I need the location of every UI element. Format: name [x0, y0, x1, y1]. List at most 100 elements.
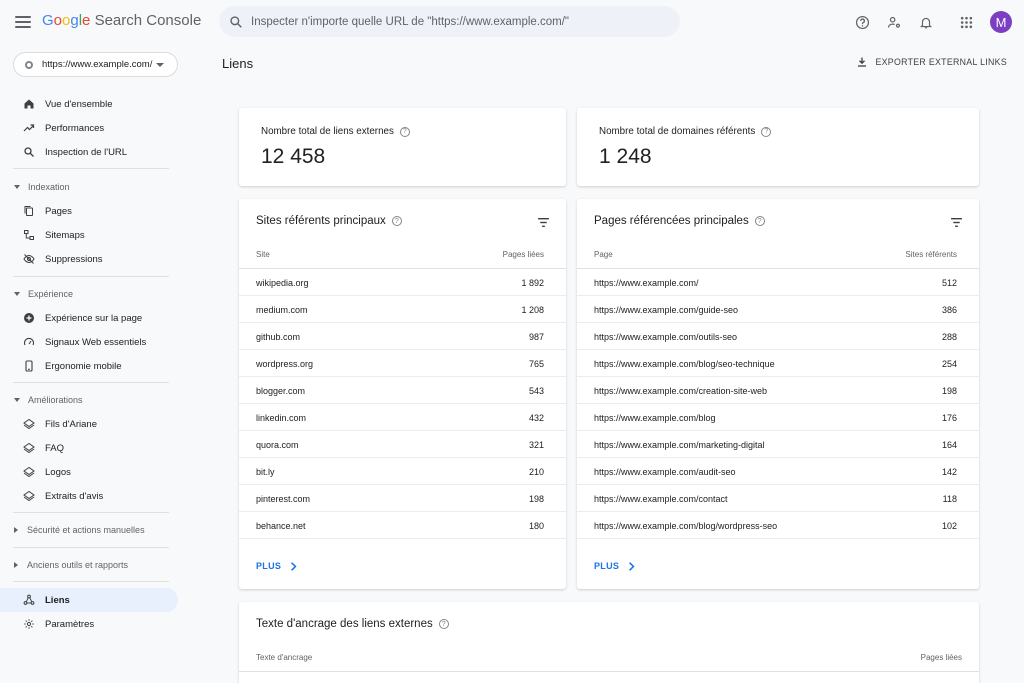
property-selector[interactable]: https://www.example.com/ [13, 52, 178, 77]
table-row[interactable]: https://www.example.com/marketing-digita… [577, 431, 979, 458]
column-header-anchor-text[interactable]: Texte d'ancrage [256, 653, 312, 662]
speed-icon [22, 335, 36, 349]
sidebar-section-security[interactable]: Sécurité et actions manuelles [0, 520, 178, 540]
people-settings-icon[interactable] [882, 10, 906, 34]
help-icon[interactable]: ? [438, 619, 449, 629]
help-icon[interactable]: ? [399, 126, 410, 137]
caret-down-icon [14, 185, 20, 189]
sidebar-item-breadcrumbs[interactable]: Fils d'Ariane [0, 412, 178, 436]
filter-icon[interactable] [950, 215, 963, 233]
column-header-page[interactable]: Page [594, 250, 613, 259]
download-icon [858, 57, 867, 67]
search-input[interactable] [251, 15, 680, 28]
visibility-off-icon [22, 252, 36, 266]
column-header-linked-pages[interactable]: Pages liées [503, 250, 544, 259]
top-bar: Google Search Console M [0, 0, 1024, 44]
table-row[interactable]: https://www.example.com/512 [577, 269, 979, 296]
table-row[interactable]: https://www.example.com/blog 176 [577, 404, 979, 431]
links-icon [22, 593, 36, 607]
top-linked-pages-card: Pages référencées principales? Page Site… [577, 199, 979, 589]
gear-icon [22, 617, 36, 631]
table-row[interactable]: wikipedia.org 1 892 [239, 269, 566, 296]
sidebar-divider [13, 276, 169, 277]
sidebar-item-performance[interactable]: Performances [0, 116, 178, 140]
table-row[interactable]: https://www.example.com/guide-seo 386 [577, 296, 979, 323]
table-row[interactable]: bit.ly 210 [239, 458, 566, 485]
caret-down-icon [14, 292, 20, 296]
kpi-value: 1 248 [599, 145, 652, 168]
url-inspection-search[interactable] [219, 6, 680, 37]
sidebar-divider [13, 581, 169, 582]
avatar[interactable]: M [990, 11, 1012, 33]
sidebar-item-review-snippets[interactable]: Extraits d'avis [0, 484, 178, 508]
table-row[interactable]: https://www.example.com/contact 118 [577, 485, 979, 512]
help-icon[interactable]: ? [754, 216, 765, 226]
menu-icon[interactable] [12, 11, 34, 33]
table-row[interactable]: https://www.example.com/blog/wordpress-s… [577, 512, 979, 539]
table-row[interactable]: https://www.example.com/blog/seo-techniq… [577, 350, 979, 377]
more-link[interactable]: PLUS [594, 561, 635, 571]
table-row[interactable]: medium.com 1 208 [239, 296, 566, 323]
table-header: Texte d'ancrage Pages liées [239, 645, 979, 672]
caret-right-icon [14, 562, 18, 568]
sidebar-divider [13, 547, 169, 548]
table-row[interactable]: https://www.example.com/creation-site-we… [577, 377, 979, 404]
sidebar-item-page-experience[interactable]: Expérience sur la page [0, 306, 178, 330]
add-circle-icon [22, 311, 36, 325]
sidebar-section-enhancements[interactable]: Améliorations [0, 390, 178, 410]
help-icon[interactable] [850, 10, 874, 34]
chevron-down-icon [156, 63, 164, 67]
table-row[interactable]: blogger.com 543 [239, 377, 566, 404]
kpi-value: 12 458 [261, 145, 326, 168]
sidebar-section-indexation[interactable]: Indexation [0, 177, 178, 197]
file-copy-icon [22, 204, 36, 218]
kpi-label: Nombre total de domaines référents [599, 126, 756, 137]
sidebar-item-url-inspection[interactable]: Inspection de l'URL [0, 140, 178, 164]
search-icon [230, 15, 242, 28]
chevron-right-icon [291, 561, 297, 571]
sidebar-item-overview[interactable]: Vue d'ensemble [0, 92, 178, 116]
sidebar-item-removals[interactable]: Suppressions [0, 247, 178, 271]
sidebar-item-pages[interactable]: Pages [0, 199, 178, 223]
sidebar-item-links[interactable]: Liens [0, 588, 178, 612]
caret-right-icon [14, 527, 18, 533]
help-icon[interactable]: ? [761, 126, 772, 137]
card-title: Pages référencées principales [594, 215, 749, 227]
sitemap-icon [22, 228, 36, 242]
filter-icon[interactable] [537, 215, 550, 233]
column-header-linked-pages[interactable]: Pages liées [921, 653, 962, 662]
sidebar-item-sitemaps[interactable]: Sitemaps [0, 223, 178, 247]
sidebar-section-legacy[interactable]: Anciens outils et rapports [0, 555, 178, 575]
more-link[interactable]: PLUS [256, 561, 297, 571]
column-header-site[interactable]: Site [256, 250, 270, 259]
table-row[interactable]: behance.net 180 [239, 512, 566, 539]
globe-icon [25, 60, 33, 69]
column-header-referring-sites[interactable]: Sites référents [905, 250, 957, 259]
table-row[interactable]: https://www.example.com/audit-seo 142 [577, 458, 979, 485]
sidebar-item-settings[interactable]: Paramètres [0, 612, 178, 636]
property-url: https://www.example.com/ [42, 59, 153, 70]
table-row[interactable]: wordpress.org 765 [239, 350, 566, 377]
sidebar-item-core-web-vitals[interactable]: Signaux Web essentiels [0, 330, 178, 354]
table-row[interactable]: github.com 987 [239, 323, 566, 350]
sidebar-item-faq[interactable]: FAQ [0, 436, 178, 460]
sidebar-section-experience[interactable]: Expérience [0, 284, 178, 304]
export-button[interactable]: EXPORTER EXTERNAL LINKS [856, 56, 1007, 68]
table-row[interactable]: quora.com 321 [239, 431, 566, 458]
table-row[interactable]: https://www.example.com/outils-seo 288 [577, 323, 979, 350]
caret-down-icon [14, 398, 20, 402]
top-linking-sites-card: Sites référents principaux? Site Pages l… [239, 199, 566, 589]
table-row[interactable]: linkedin.com 432 [239, 404, 566, 431]
sidebar-divider [13, 382, 169, 383]
table-row[interactable]: pinterest.com 198 [239, 485, 566, 512]
bell-icon[interactable] [914, 10, 938, 34]
product-name: Search Console [94, 12, 202, 29]
anchor-text-card: Texte d'ancrage des liens externes? Text… [239, 602, 979, 683]
card-title: Texte d'ancrage des liens externes [256, 618, 433, 630]
apps-grid-icon[interactable] [954, 10, 978, 34]
product-logo[interactable]: Google Search Console [42, 12, 201, 29]
trending-up-icon [22, 121, 36, 135]
help-icon[interactable]: ? [391, 216, 402, 226]
sidebar-item-mobile-usability[interactable]: Ergonomie mobile [0, 354, 178, 378]
sidebar-item-logos[interactable]: Logos [0, 460, 178, 484]
